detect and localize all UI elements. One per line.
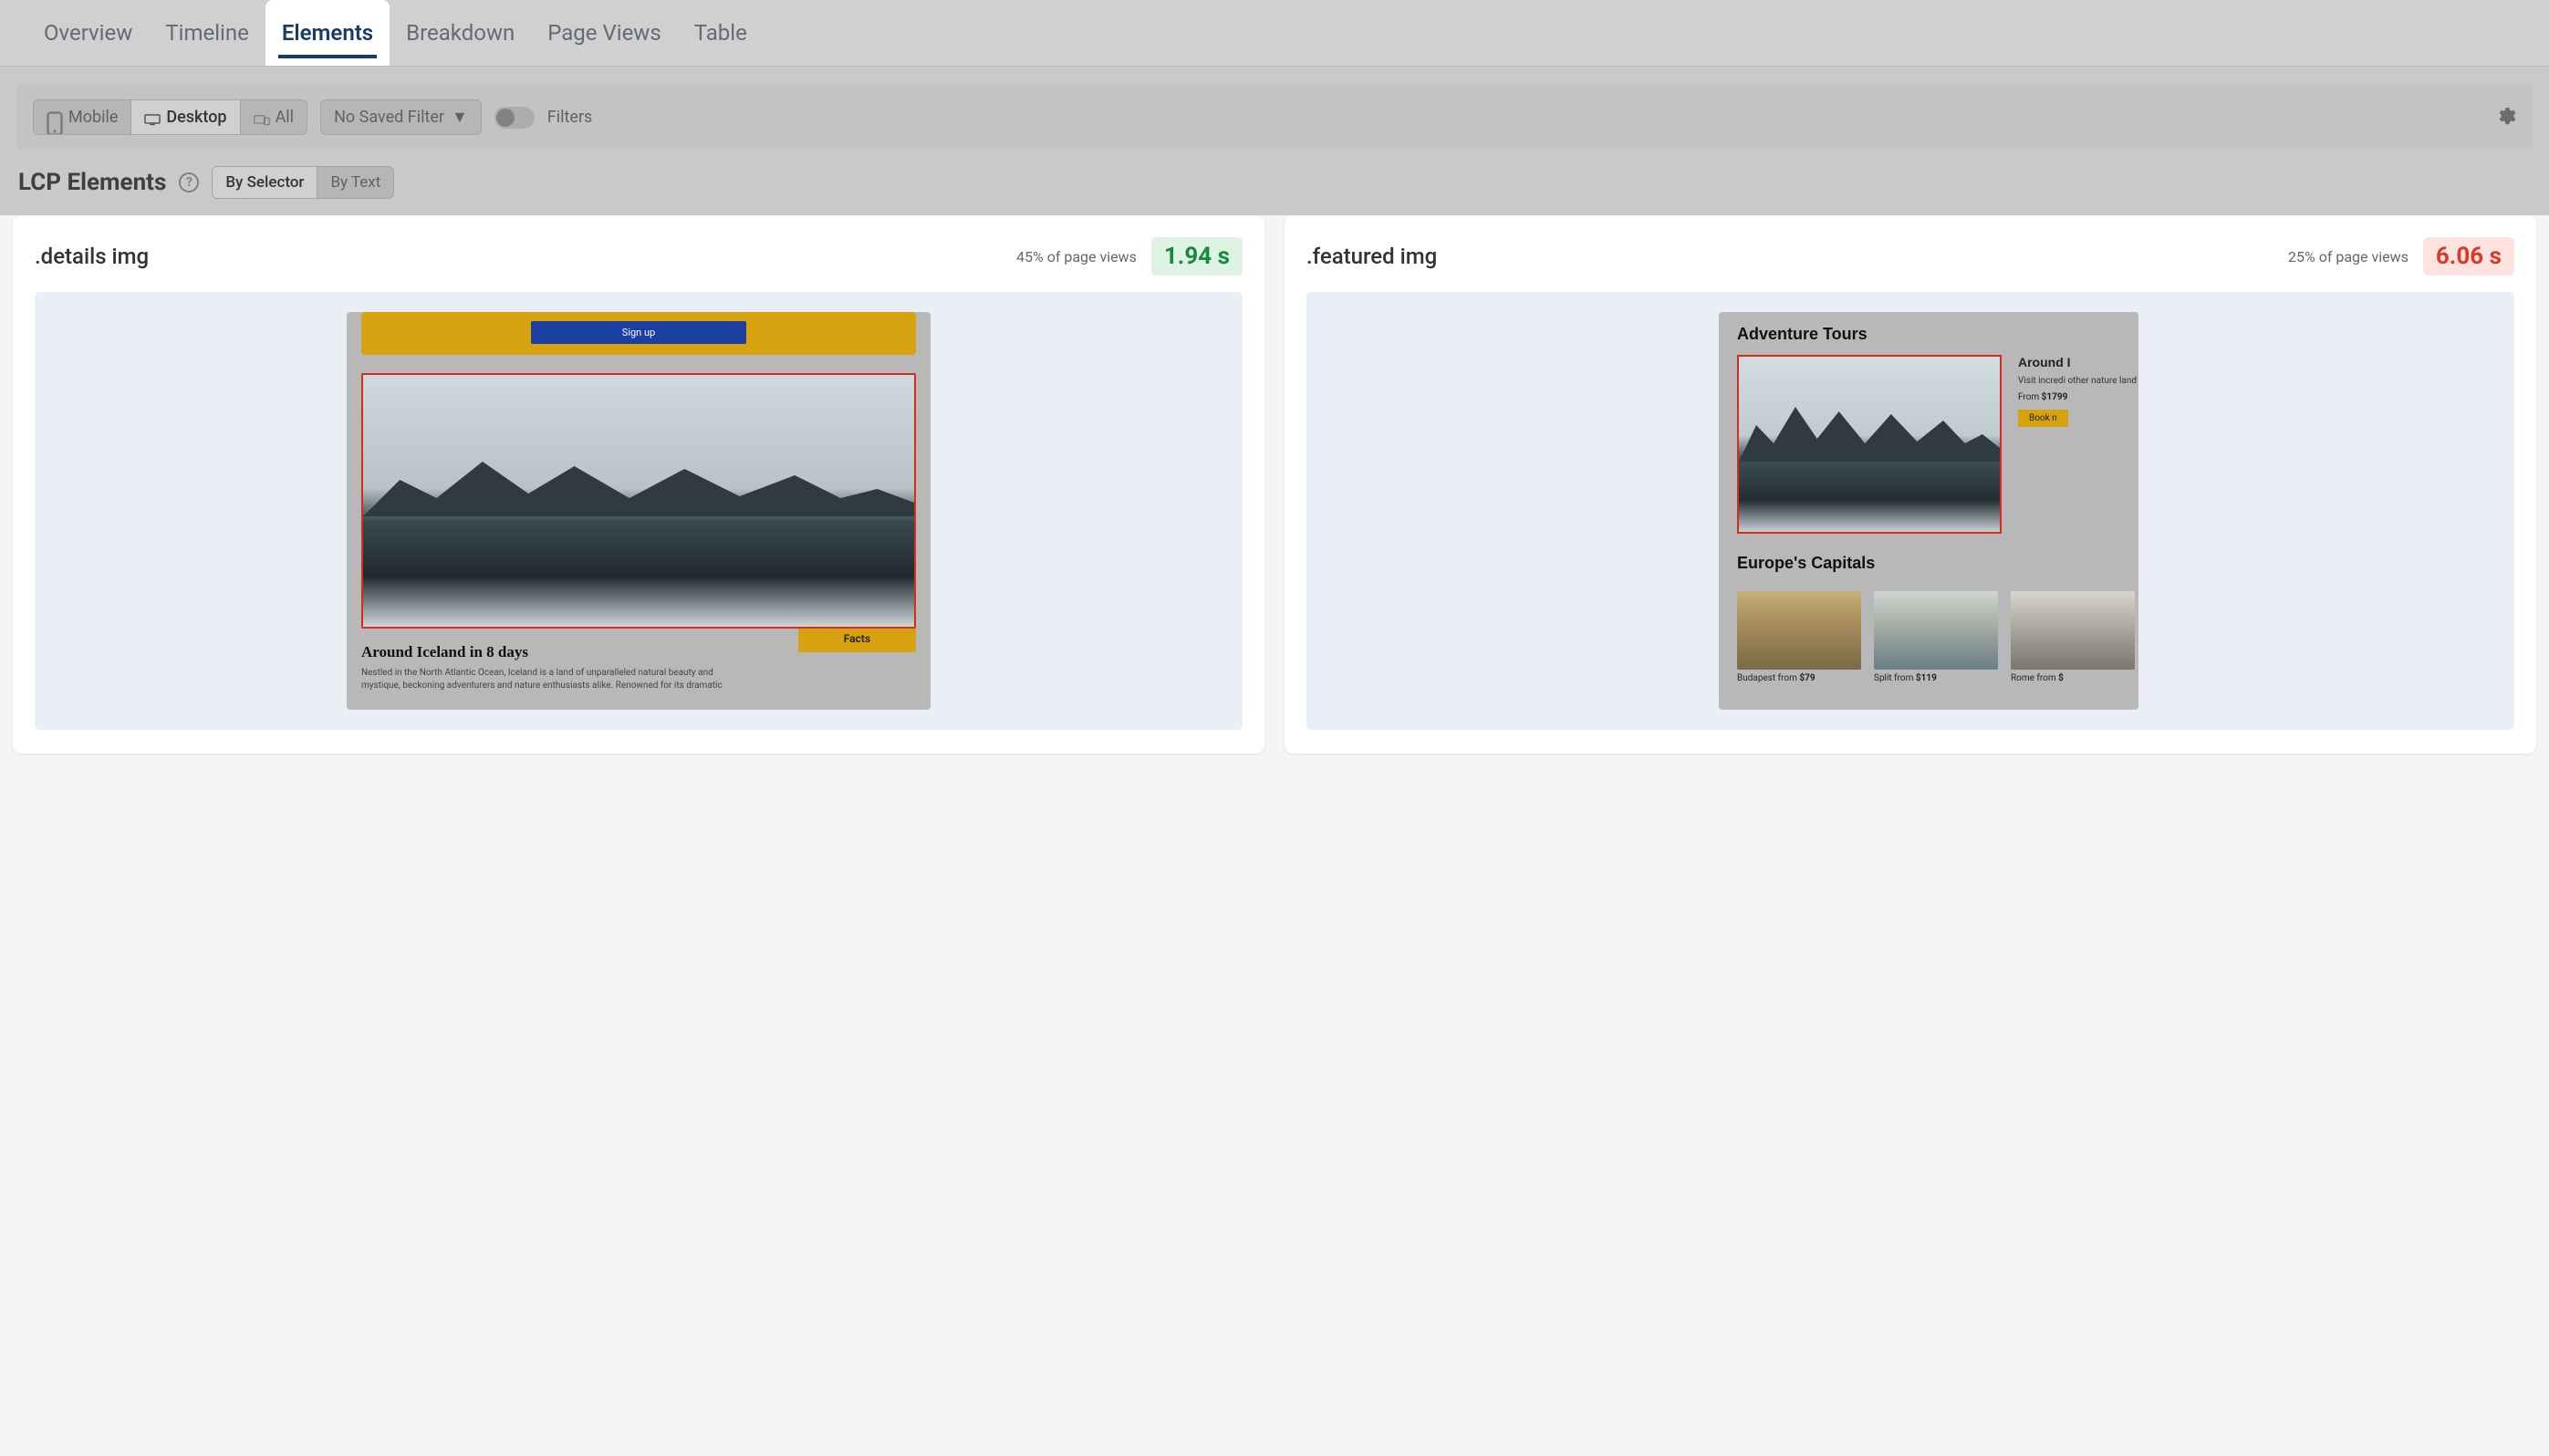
gear-icon: [2494, 105, 2516, 127]
lcp-card: .details img 45% of page views 1.94 s Si…: [13, 215, 1264, 754]
preview-highlighted-image: [1737, 355, 2002, 534]
preview-page-mock: Adventure Tours Around I Visit incredi o…: [1719, 312, 2138, 710]
device-desktop[interactable]: Desktop: [131, 100, 240, 134]
page-views-percent: 45% of page views: [1016, 248, 1137, 265]
device-desktop-label: Desktop: [166, 108, 226, 127]
device-mobile-label: Mobile: [68, 108, 118, 127]
element-selector: .details img: [35, 244, 1002, 269]
preview-signup-button: Sign up: [531, 321, 746, 344]
lcp-time-badge: 6.06 s: [2423, 237, 2514, 276]
tab-timeline[interactable]: Timeline: [149, 0, 265, 66]
preview-highlighted-image: [361, 373, 916, 629]
filter-toolbar: Mobile Desktop All No Saved Filter ▼ Fil…: [16, 85, 2533, 150]
main-tabs: Overview Timeline Elements Breakdown Pag…: [0, 0, 2549, 67]
element-preview: Sign up Facts Around Iceland in 8 days N…: [35, 292, 1243, 730]
page-views-percent: 25% of page views: [2288, 248, 2409, 265]
groupby-segment: By Selector By Text: [212, 166, 394, 199]
device-mobile[interactable]: Mobile: [34, 100, 131, 134]
lcp-time-badge: 1.94 s: [1151, 237, 1243, 276]
filters-label: Filters: [547, 108, 593, 127]
filters-toggle[interactable]: [494, 107, 535, 129]
device-all[interactable]: All: [241, 100, 307, 134]
preview-facts-button: Facts: [798, 625, 916, 652]
device-segment: Mobile Desktop All: [33, 99, 307, 135]
preview-side-from: From $1799: [2018, 392, 2137, 402]
tab-page-views[interactable]: Page Views: [531, 0, 678, 66]
device-all-label: All: [276, 108, 295, 127]
element-preview: Adventure Tours Around I Visit incredi o…: [1306, 292, 2514, 730]
groupby-text[interactable]: By Text: [317, 167, 393, 198]
preview-page-mock: Sign up Facts Around Iceland in 8 days N…: [347, 312, 931, 710]
element-selector: .featured img: [1306, 244, 2273, 269]
lcp-cards: .details img 45% of page views 1.94 s Si…: [0, 215, 2549, 772]
saved-filter-dropdown[interactable]: No Saved Filter ▼: [320, 99, 482, 135]
preview-side-heading: Around I: [2018, 355, 2137, 369]
devices-icon: [254, 111, 270, 124]
chevron-down-icon: ▼: [452, 108, 468, 127]
mobile-icon: [47, 111, 63, 124]
help-icon[interactable]: ?: [179, 172, 199, 192]
settings-button[interactable]: [2494, 105, 2516, 130]
preview-text: Nestled in the North Atlantic Ocean, Ice…: [361, 667, 744, 692]
lcp-card: .featured img 25% of page views 6.06 s A…: [1285, 215, 2536, 754]
tab-breakdown[interactable]: Breakdown: [390, 0, 531, 66]
preview-thumb: Split from $119: [1874, 591, 1998, 683]
preview-book-button: Book n: [2018, 410, 2068, 427]
desktop-icon: [144, 111, 161, 124]
saved-filter-label: No Saved Filter: [334, 108, 444, 127]
section-header: LCP Elements ? By Selector By Text: [0, 157, 2549, 215]
preview-thumb: Rome from $: [2011, 591, 2135, 683]
groupby-selector[interactable]: By Selector: [213, 167, 317, 198]
section-title: LCP Elements: [18, 169, 166, 196]
tab-table[interactable]: Table: [678, 0, 764, 66]
preview-thumb: Budapest from $79: [1737, 591, 1861, 683]
preview-side-text: Visit incredi other nature landmarks a: [2018, 375, 2137, 387]
tab-elements[interactable]: Elements: [265, 0, 390, 66]
preview-subtitle: Europe's Capitals: [1737, 554, 2138, 573]
preview-title: Adventure Tours: [1737, 325, 2138, 344]
tab-overview[interactable]: Overview: [27, 0, 149, 66]
